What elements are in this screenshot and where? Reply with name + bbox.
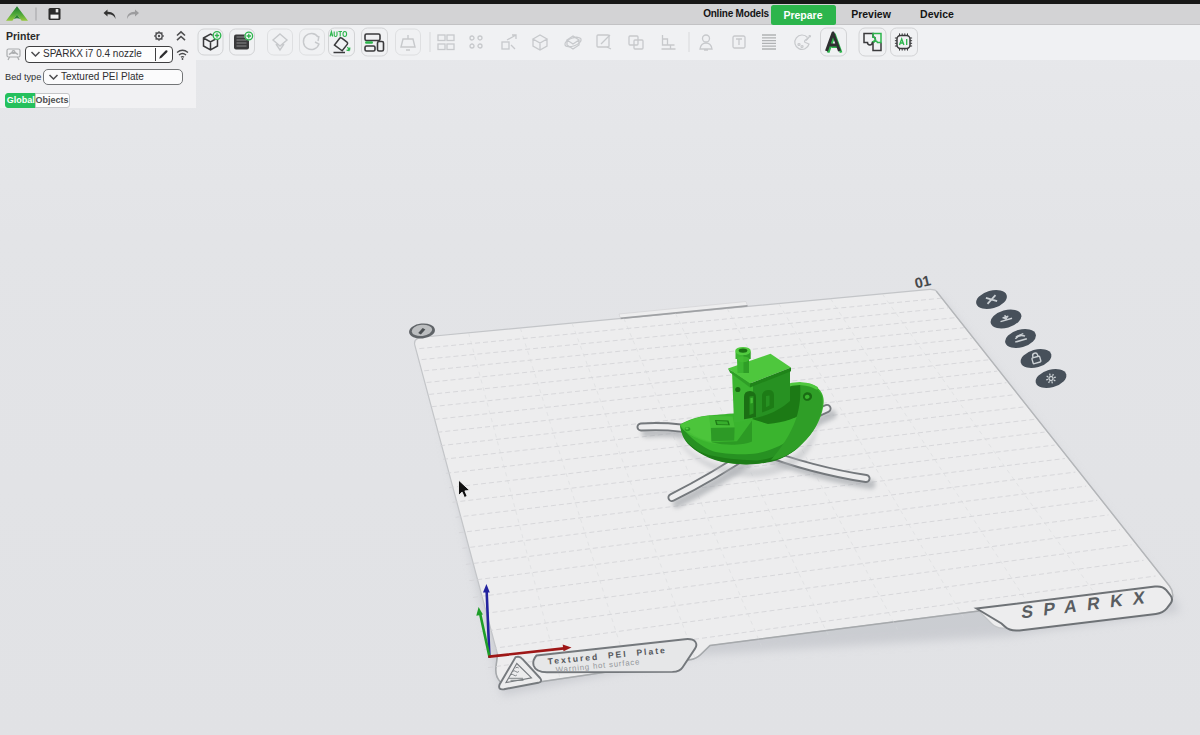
svg-text:01: 01: [913, 272, 932, 291]
